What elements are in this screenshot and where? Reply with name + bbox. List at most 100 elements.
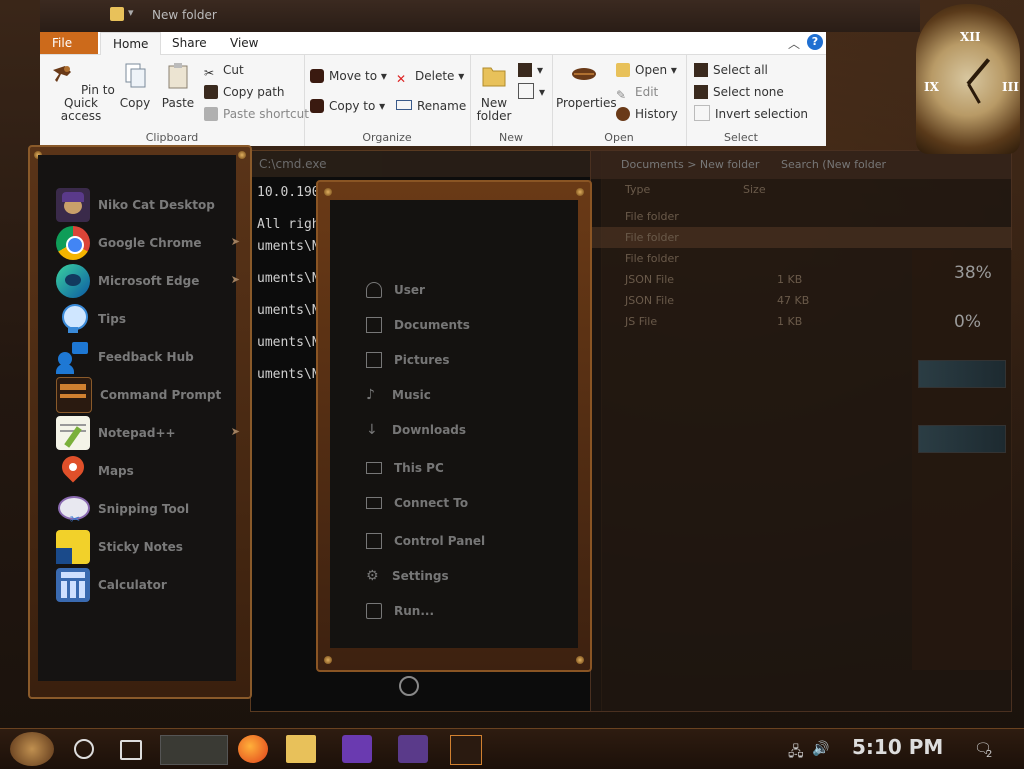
organize-group-label: Organize bbox=[362, 131, 412, 144]
tab-share[interactable]: Share bbox=[160, 32, 219, 54]
column-size[interactable]: Size bbox=[743, 179, 766, 200]
picture-icon bbox=[366, 352, 382, 368]
collapse-ribbon-icon[interactable]: ︿ bbox=[788, 35, 800, 52]
select-none-button[interactable]: Select none bbox=[694, 82, 784, 102]
breadcrumb-path[interactable]: Documents > New folder bbox=[621, 158, 759, 171]
rivet-icon bbox=[324, 656, 332, 664]
copy-button[interactable]: Copy bbox=[118, 60, 152, 110]
table-row[interactable]: File folder bbox=[591, 227, 1011, 248]
folder-link-documents[interactable]: Documents bbox=[366, 313, 470, 337]
feedback-hub-icon bbox=[56, 340, 90, 374]
tab-view[interactable]: View bbox=[218, 32, 270, 54]
pin-to-quick-access-button[interactable]: Pin to Quick access bbox=[46, 60, 116, 123]
notification-count-badge: 2 bbox=[986, 749, 993, 760]
folder-label: Settings bbox=[392, 569, 449, 583]
taskbar-clock[interactable]: 5:10 PM bbox=[852, 735, 943, 759]
ribbon-tabs: File Home Share View ︿ ? bbox=[40, 32, 826, 55]
row-type: JS File bbox=[625, 315, 658, 328]
task-view-icon[interactable] bbox=[120, 740, 142, 760]
start-app-sticky-notes[interactable]: Sticky Notes bbox=[56, 529, 236, 565]
row-type: File folder bbox=[625, 231, 679, 244]
gear-icon: ⚙ bbox=[366, 568, 379, 584]
niko-cat-taskbar-icon[interactable] bbox=[398, 735, 428, 763]
folder-label: Music bbox=[392, 388, 431, 402]
breadcrumb[interactable]: Documents > New folder Search (New folde… bbox=[591, 151, 1011, 179]
tab-home[interactable]: Home bbox=[100, 32, 162, 55]
start-app-google-chrome[interactable]: Google Chrome ➤ bbox=[56, 225, 240, 261]
paste-shortcut-button[interactable]: Paste shortcut bbox=[204, 104, 309, 124]
search-circle-icon[interactable] bbox=[74, 739, 94, 759]
rename-icon bbox=[396, 100, 412, 110]
folder-label: This PC bbox=[394, 461, 444, 475]
explorer-titlebar[interactable]: ▾ New folder bbox=[40, 0, 920, 32]
clock-hand-icon bbox=[966, 58, 991, 86]
new-group: New folder ▾ ▾ New bbox=[470, 54, 553, 146]
cut-button[interactable]: ✂ Cut bbox=[204, 60, 244, 80]
start-app-feedback-hub[interactable]: Feedback Hub bbox=[56, 339, 236, 375]
folder-link-run[interactable]: Run... bbox=[366, 599, 434, 623]
select-all-button[interactable]: Select all bbox=[694, 60, 768, 80]
folder-link-connect-to[interactable]: Connect To bbox=[366, 491, 468, 515]
file-explorer-icon[interactable] bbox=[286, 735, 316, 763]
start-app-calculator[interactable]: Calculator bbox=[56, 567, 236, 603]
search-box[interactable]: Search (New folder bbox=[781, 151, 886, 179]
rename-button[interactable]: Rename bbox=[396, 96, 466, 116]
paste-button[interactable]: Paste bbox=[158, 60, 198, 110]
submenu-arrow-icon[interactable]: ➤ bbox=[231, 273, 240, 286]
submenu-arrow-icon[interactable]: ➤ bbox=[231, 235, 240, 248]
command-prompt-taskbar-icon[interactable] bbox=[450, 735, 482, 765]
submenu-arrow-icon[interactable]: ➤ bbox=[231, 425, 240, 438]
new-folder-button[interactable]: New folder bbox=[476, 60, 512, 123]
folder-label: Downloads bbox=[392, 423, 467, 437]
help-icon[interactable]: ? bbox=[807, 34, 823, 50]
chevron-down-icon[interactable]: ▾ bbox=[128, 6, 134, 19]
start-app-microsoft-edge[interactable]: Microsoft Edge ➤ bbox=[56, 263, 240, 299]
select-group-label: Select bbox=[724, 131, 758, 144]
network-tray-icon[interactable]: 🖧 bbox=[788, 741, 804, 765]
folder-link-pictures[interactable]: Pictures bbox=[366, 348, 450, 372]
copy-to-button[interactable]: Copy to ▾ bbox=[310, 96, 385, 116]
open-button[interactable]: Open ▾ bbox=[616, 60, 677, 80]
column-type[interactable]: Type bbox=[625, 183, 650, 196]
folder-link-settings[interactable]: ⚙ Settings bbox=[366, 564, 449, 588]
paste-shortcut-icon bbox=[204, 107, 218, 121]
firefox-icon[interactable] bbox=[238, 735, 268, 763]
easy-access-icon[interactable]: ▾ bbox=[518, 82, 545, 102]
clock-numeral-xii: XII bbox=[960, 30, 981, 44]
start-app-command-prompt[interactable]: Command Prompt bbox=[56, 377, 236, 413]
start-app-notepad-plus-plus[interactable]: Notepad++ ➤ bbox=[56, 415, 240, 451]
taskbar-search-box[interactable] bbox=[160, 735, 228, 765]
table-row[interactable]: File folder bbox=[591, 206, 1011, 227]
column-header[interactable]: Type Size bbox=[591, 179, 1011, 200]
folder-link-user[interactable]: User bbox=[366, 278, 425, 302]
visual-studio-icon[interactable] bbox=[342, 735, 372, 763]
tab-file[interactable]: File bbox=[40, 32, 98, 54]
folder-link-music[interactable]: ♪ Music bbox=[366, 383, 431, 407]
start-app-tips[interactable]: Tips bbox=[56, 301, 236, 337]
properties-button[interactable]: Properties bbox=[556, 60, 617, 110]
folder-link-control-panel[interactable]: Control Panel bbox=[366, 529, 485, 553]
copy-path-button[interactable]: Copy path bbox=[204, 82, 285, 102]
folder-icon bbox=[110, 7, 124, 21]
cmd-titlebar[interactable]: C:\cmd.exe bbox=[251, 151, 601, 177]
app-label: Tips bbox=[98, 311, 127, 326]
open-label: Open bbox=[635, 63, 668, 77]
edit-button[interactable]: ✎ Edit bbox=[616, 82, 658, 102]
history-button[interactable]: History bbox=[616, 104, 678, 124]
start-button-icon[interactable] bbox=[10, 732, 54, 766]
power-icon[interactable] bbox=[399, 676, 419, 696]
move-to-button[interactable]: Move to ▾ bbox=[310, 66, 387, 86]
start-app-snipping-tool[interactable]: ✂ Snipping Tool bbox=[56, 491, 236, 527]
new-item-icon[interactable]: ▾ bbox=[518, 60, 543, 80]
invert-selection-button[interactable]: Invert selection bbox=[694, 104, 808, 124]
volume-icon[interactable]: 🔊 bbox=[812, 741, 829, 757]
delete-button[interactable]: ✕ Delete ▾ bbox=[396, 66, 464, 86]
folder-link-downloads[interactable]: ↓ Downloads bbox=[366, 418, 466, 442]
control-panel-icon bbox=[366, 533, 382, 549]
folder-label: Pictures bbox=[394, 353, 450, 367]
open-icon bbox=[616, 63, 630, 77]
folder-link-this-pc[interactable]: This PC bbox=[366, 456, 444, 480]
download-icon: ↓ bbox=[366, 422, 378, 438]
start-app-niko-cat-desktop[interactable]: Niko Cat Desktop bbox=[56, 187, 236, 223]
start-app-maps[interactable]: Maps bbox=[56, 451, 236, 489]
